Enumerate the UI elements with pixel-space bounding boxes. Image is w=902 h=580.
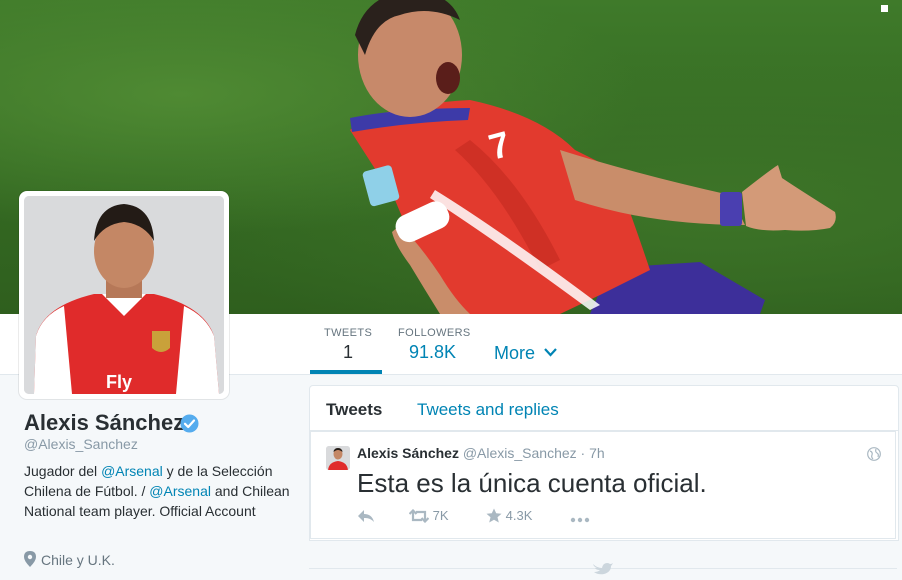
bio-text: Jugador del [24,463,102,479]
tweet-text: Esta es la única cuenta oficial. [357,468,707,498]
chevron-down-icon [544,341,557,362]
location-text: Chile y U.K. [41,552,115,568]
followers-stat[interactable]: FOLLOWERS 91.8K [398,314,478,374]
tweet-author-avatar[interactable] [326,446,350,470]
avatar-photo: Fly [24,196,224,394]
tweets-stat[interactable]: TWEETS 1 [310,314,382,374]
avatar-shirt-text: Fly [106,372,132,392]
retweet-count: 7K [432,508,449,523]
followers-stat-count: 91.8K [409,342,457,362]
tweets-stat-label: TWEETS [324,327,373,339]
timeline: Tweets Tweets and replies Alexis Sánchez… [309,385,899,541]
favorite-star-icon [486,508,506,523]
tweet-author-name[interactable]: Alexis Sánchez [357,445,459,461]
tweet-item[interactable]: Alexis Sánchez @Alexis_Sanchez · 7h Esta… [310,431,896,539]
verified-icon [180,414,199,433]
retweet-icon [408,508,433,524]
bio-mention-link[interactable]: @Arsenal [149,483,211,499]
location-pin-icon [24,551,36,570]
banner-corner-marker [881,5,888,12]
profile-location: Chile y U.K. [24,551,115,570]
profile-name[interactable]: Alexis Sánchez [24,410,184,436]
timeline-tabs: Tweets Tweets and replies [310,386,898,431]
profile-bio: Jugador del @Arsenal y de la Selección C… [24,461,294,521]
tweet-more-button[interactable] [570,508,590,523]
active-stat-underline [310,370,382,374]
retweet-button[interactable]: 7K [408,508,449,524]
tab-tweets-and-replies[interactable]: Tweets and replies [417,400,559,420]
favorite-count: 4.3K [505,508,533,523]
tab-tweets[interactable]: Tweets [326,400,382,420]
more-label: More [494,343,536,363]
profile-avatar[interactable]: Fly [19,191,229,399]
bio-mention-link[interactable]: @Arsenal [101,463,163,479]
profile-handle[interactable]: @Alexis_Sanchez [24,436,138,452]
tweet-author-handle[interactable]: @Alexis_Sanchez [463,445,577,461]
reply-button[interactable] [357,508,375,523]
more-menu-button[interactable]: More [494,341,557,364]
tweet-timestamp[interactable]: · 7h [581,445,605,461]
tweets-stat-count: 1 [343,342,354,362]
favorite-button[interactable]: 4.3K [486,508,532,523]
more-dots-icon [570,508,590,523]
tweet-header: Alexis Sánchez @Alexis_Sanchez · 7h [357,445,605,461]
reply-icon [357,508,375,523]
twitter-bird-icon [592,561,614,580]
followers-stat-label: FOLLOWERS [398,327,471,339]
globe-icon [867,447,881,466]
